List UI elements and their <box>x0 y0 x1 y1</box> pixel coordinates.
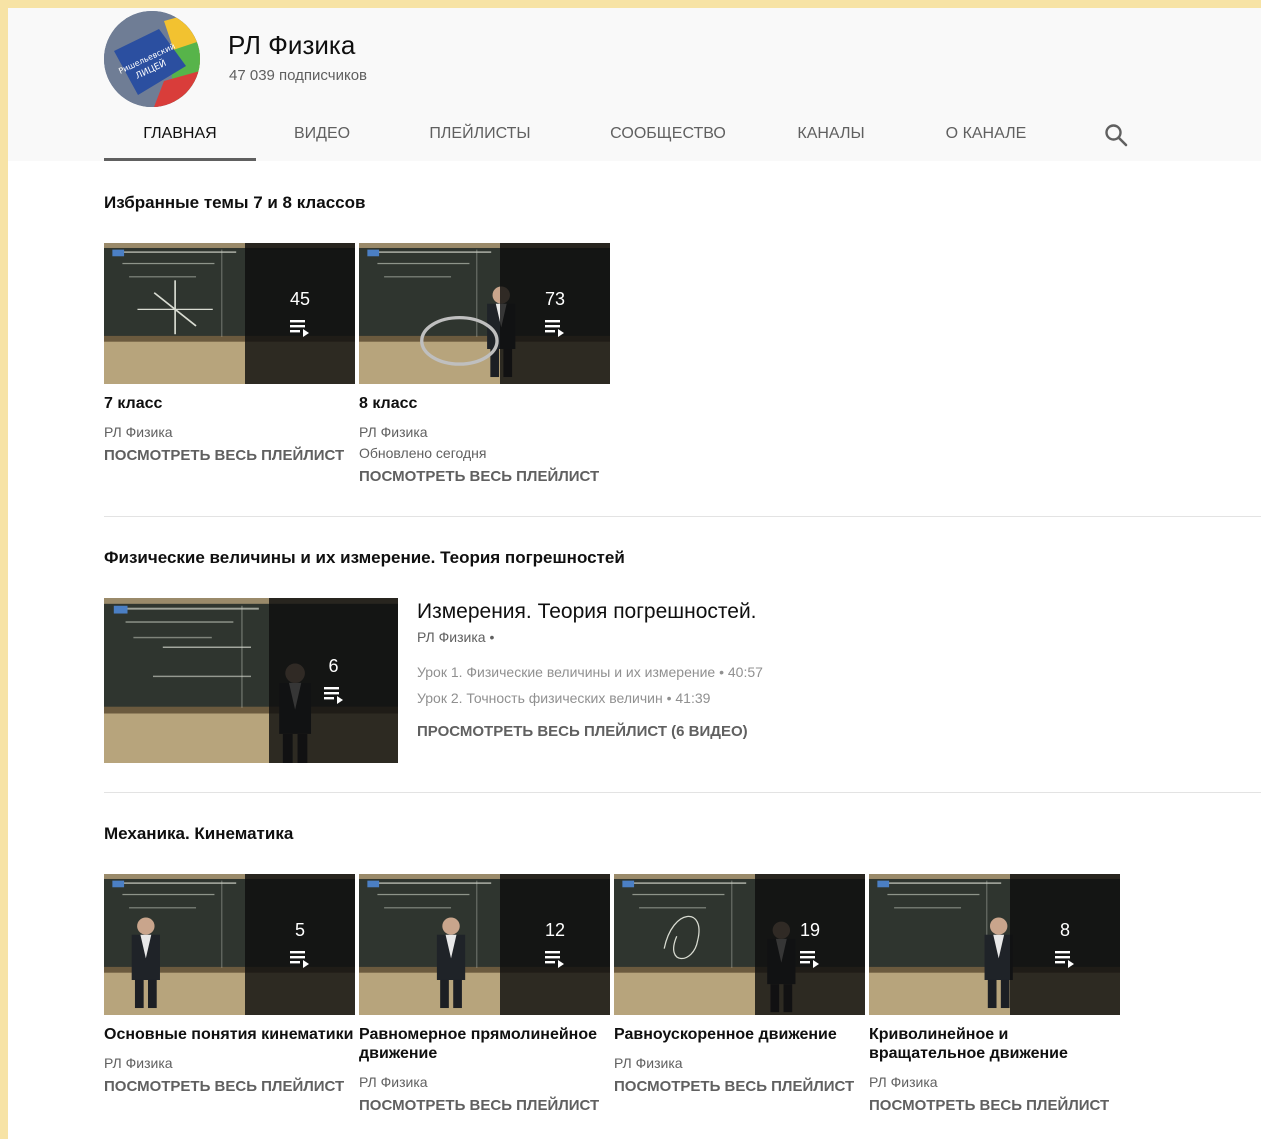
playlist-icon <box>1055 951 1074 968</box>
channel-page: Ришельевский ЛИЦЕЙ РЛ Физика 47 039 подп… <box>8 8 1261 1139</box>
playlist-channel[interactable]: РЛ Физика <box>104 422 356 443</box>
featured-playlist-channel[interactable]: РЛ Физика • <box>417 629 494 645</box>
playlist-icon <box>545 320 564 337</box>
featured-playlist-thumbnail[interactable]: 6 <box>104 598 398 763</box>
view-full-playlist-link[interactable]: Посмотреть весь плейлист <box>359 468 611 485</box>
search-icon[interactable] <box>1102 121 1130 149</box>
playlist-card[interactable]: 8 Криволинейное и вращательное движение … <box>869 874 1121 1114</box>
playlist-title[interactable]: Равноускоренное движение <box>614 1025 866 1044</box>
playlist-channel[interactable]: РЛ Физика <box>359 1072 611 1093</box>
tab-videos[interactable]: Видео <box>256 110 388 161</box>
playlist-thumbnail[interactable]: 73 <box>359 243 610 384</box>
playlist-icon <box>290 320 309 337</box>
playlist-overlay: 19 <box>755 874 865 1015</box>
playlist-overlay: 73 <box>500 243 610 384</box>
playlist-title[interactable]: Криволинейное и вращательное движение <box>869 1025 1121 1063</box>
playlist-channel[interactable]: РЛ Физика <box>104 1053 356 1074</box>
playlist-thumbnail[interactable]: 8 <box>869 874 1120 1015</box>
section-divider <box>104 516 1261 517</box>
playlist-channel-name[interactable]: РЛ Физика <box>359 422 611 443</box>
playlist-updated: Обновлено сегодня <box>359 445 487 461</box>
video-count: 45 <box>289 289 311 309</box>
view-full-playlist-link[interactable]: Посмотреть весь плейлист <box>104 1078 356 1095</box>
playlist-card[interactable]: 12 Равномерное прямолинейное движение РЛ… <box>359 874 611 1114</box>
video-count: 19 <box>799 920 821 940</box>
video-count: 73 <box>544 289 566 309</box>
tab-channels[interactable]: Каналы <box>778 110 884 161</box>
playlist-thumbnail[interactable]: 5 <box>104 874 355 1015</box>
playlist-thumbnail[interactable]: 45 <box>104 243 355 384</box>
section-title-kinematics: Механика. Кинематика <box>104 824 294 843</box>
view-full-playlist-link[interactable]: ПРОСМОТРЕТЬ ВЕСЬ ПЛЕЙЛИСТ (6 ВИДЕО) <box>417 723 748 740</box>
playlist-card[interactable]: 5 Основные понятия кинематики РЛ Физика … <box>104 874 356 1095</box>
playlist-icon <box>545 951 564 968</box>
video-count: 5 <box>294 920 305 940</box>
tab-community[interactable]: Сообщество <box>588 110 748 161</box>
section-divider <box>104 792 1261 793</box>
subscriber-count: 47 039 подписчиков <box>229 67 368 84</box>
tab-about[interactable]: О канале <box>922 110 1050 161</box>
video-count: 12 <box>544 920 566 940</box>
video-count: 8 <box>1059 920 1070 940</box>
view-full-playlist-link[interactable]: Посмотреть весь плейлист <box>869 1097 1121 1114</box>
playlist-card[interactable]: 45 7 класс РЛ Физика Посмотреть весь пле… <box>104 243 356 464</box>
playlist-overlay: 6 <box>269 598 398 763</box>
view-full-playlist-link[interactable]: Посмотреть весь плейлист <box>104 447 356 464</box>
channel-avatar[interactable]: Ришельевский ЛИЦЕЙ <box>104 11 200 107</box>
tab-playlists[interactable]: Плейлисты <box>410 110 550 161</box>
playlist-card[interactable]: 19 Равноускоренное движение РЛ Физика По… <box>614 874 866 1095</box>
playlist-icon <box>290 951 309 968</box>
channel-header: Ришельевский ЛИЦЕЙ РЛ Физика 47 039 подп… <box>8 8 1261 161</box>
playlist-title[interactable]: Равномерное прямолинейное движение <box>359 1025 611 1063</box>
playlist-thumbnail[interactable]: 19 <box>614 874 865 1015</box>
playlist-icon <box>323 687 343 704</box>
playlist-overlay: 12 <box>500 874 610 1015</box>
playlist-channel[interactable]: РЛ Физика <box>869 1072 1121 1093</box>
playlist-overlay: 5 <box>245 874 355 1015</box>
channel-title: РЛ Физика <box>228 30 356 60</box>
playlist-video-item[interactable]: Урок 2. Точность физических величин • 41… <box>417 690 710 706</box>
playlist-title[interactable]: Основные понятия кинематики <box>104 1025 356 1044</box>
playlist-channel[interactable]: РЛ Физика <box>614 1053 866 1074</box>
playlist-icon <box>800 951 819 968</box>
playlist-card[interactable]: 73 8 класс РЛ Физика Обновлено сегодня П… <box>359 243 611 485</box>
section-title-measurements: Физические величины и их измерение. Теор… <box>104 548 625 567</box>
playlist-video-item[interactable]: Урок 1. Физические величины и их измерен… <box>417 664 763 680</box>
playlist-thumbnail[interactable]: 12 <box>359 874 610 1015</box>
featured-playlist-title[interactable]: Измерения. Теория погрешностей. <box>417 600 757 624</box>
tab-home[interactable]: Главная <box>104 110 256 161</box>
video-count: 6 <box>328 656 339 676</box>
playlist-title[interactable]: 8 класс <box>359 394 611 413</box>
section-title-favorites: Избранные темы 7 и 8 классов <box>104 193 366 212</box>
view-full-playlist-link[interactable]: Посмотреть весь плейлист <box>359 1097 611 1114</box>
view-full-playlist-link[interactable]: Посмотреть весь плейлист <box>614 1078 866 1095</box>
playlist-thumbnail[interactable]: 6 <box>104 598 398 763</box>
playlist-channel[interactable]: РЛ Физика Обновлено сегодня <box>359 422 611 464</box>
playlist-overlay: 45 <box>245 243 355 384</box>
playlist-overlay: 8 <box>1010 874 1120 1015</box>
playlist-title[interactable]: 7 класс <box>104 394 356 413</box>
